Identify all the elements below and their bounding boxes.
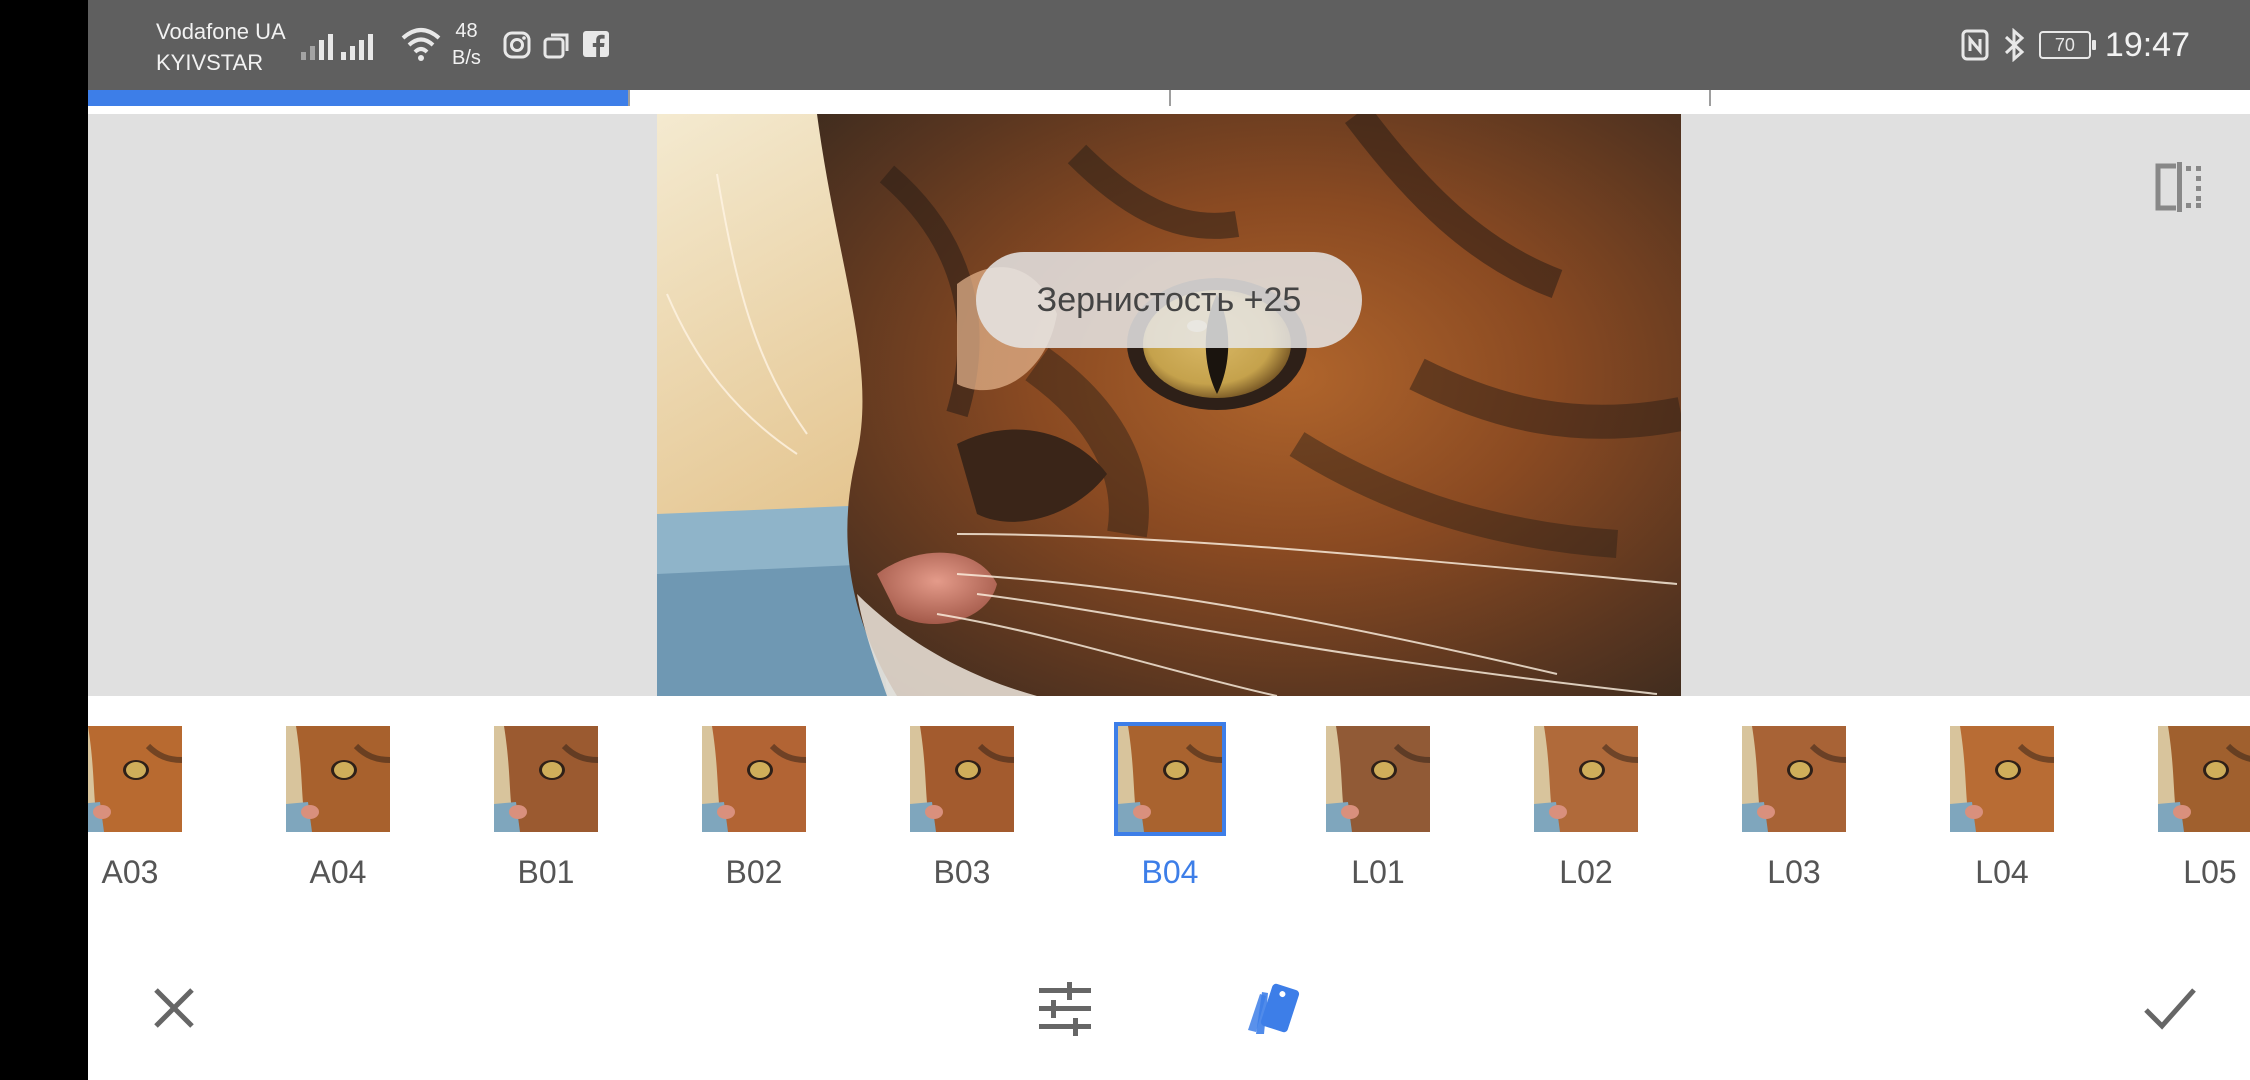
photo-canvas[interactable]: Зернистость +25	[88, 114, 2250, 696]
filter-label-a04[interactable]: A04	[268, 854, 408, 891]
progress-divider	[1709, 90, 1711, 106]
speed-unit: B/s	[452, 47, 481, 69]
filter-label-l05[interactable]: L05	[2140, 854, 2250, 891]
carrier-names: Vodafone UA KYIVSTAR	[156, 16, 286, 78]
tune-button[interactable]	[1033, 976, 1097, 1040]
carrier-2: KYIVSTAR	[156, 50, 264, 75]
bottom-toolbar	[88, 936, 2250, 1080]
signal-icon	[341, 30, 373, 60]
signal-icon	[301, 30, 333, 60]
instagram-icon	[503, 31, 531, 59]
carrier-1: Vodafone UA	[156, 19, 286, 44]
filter-label-b04[interactable]: B04	[1100, 854, 1240, 891]
filter-label-a03[interactable]: A03	[88, 854, 200, 891]
edit-stack-progress	[88, 90, 2250, 106]
filter-thumb-a03[interactable]	[88, 726, 182, 832]
check-icon	[2144, 988, 2196, 1030]
speed-value: 48	[455, 20, 478, 42]
wifi-icon	[401, 28, 441, 61]
filter-label-l02[interactable]: L02	[1516, 854, 1656, 891]
filter-strip[interactable]: A03 A04 B01 B02 B03 B04 L01 L02 L03 L04 L05	[88, 696, 2250, 936]
battery-icon: 70	[2038, 31, 2096, 59]
recent-apps-icon	[543, 33, 569, 59]
filter-label-l03[interactable]: L03	[1724, 854, 1864, 891]
styles-icon	[1248, 983, 1300, 1034]
cancel-button[interactable]	[142, 976, 206, 1040]
filter-label-l01[interactable]: L01	[1308, 854, 1448, 891]
filter-label-l04[interactable]: L04	[1932, 854, 2072, 891]
filter-thumb-l01[interactable]	[1326, 726, 1430, 832]
clock: 19:47	[2104, 25, 2190, 64]
progress-active-segment	[88, 90, 628, 106]
filter-thumb-a04[interactable]	[286, 726, 390, 832]
progress-divider	[628, 90, 630, 106]
battery-level: 70	[2054, 35, 2075, 55]
adjustment-toast: Зернистость +25	[976, 252, 1362, 348]
filter-thumb-l04[interactable]	[1950, 726, 2054, 832]
filter-thumb-l05[interactable]	[2158, 726, 2250, 832]
status-bar: Vodafone UA KYIVSTAR 48 B/s 70 19:47	[88, 0, 2250, 90]
filter-label-b02[interactable]: B02	[684, 854, 824, 891]
filter-thumb-l03[interactable]	[1742, 726, 1846, 832]
network-speed: 48 B/s	[452, 18, 481, 72]
filter-thumb-b04[interactable]	[1114, 722, 1226, 836]
filter-label-b03[interactable]: B03	[892, 854, 1032, 891]
progress-divider	[1169, 90, 1171, 106]
edited-photo[interactable]	[657, 114, 1681, 696]
facebook-icon	[583, 31, 609, 57]
styles-button[interactable]	[1238, 976, 1302, 1040]
filter-thumb-l02[interactable]	[1534, 726, 1638, 832]
filter-thumb-b01[interactable]	[494, 726, 598, 832]
compare-icon[interactable]	[2152, 160, 2206, 214]
snapseed-app: Vodafone UA KYIVSTAR 48 B/s 70 19:47 Зер…	[88, 0, 2250, 1080]
filter-thumb-b02[interactable]	[702, 726, 806, 832]
nfc-icon	[1961, 29, 1989, 61]
filter-thumb-b03[interactable]	[910, 726, 1014, 832]
status-right-group: 70 19:47	[1961, 0, 2190, 90]
filter-label-b01[interactable]: B01	[476, 854, 616, 891]
apply-button[interactable]	[2138, 976, 2202, 1040]
tune-icon	[1039, 982, 1091, 1036]
bluetooth-icon	[2004, 28, 2025, 62]
close-icon	[154, 988, 194, 1028]
